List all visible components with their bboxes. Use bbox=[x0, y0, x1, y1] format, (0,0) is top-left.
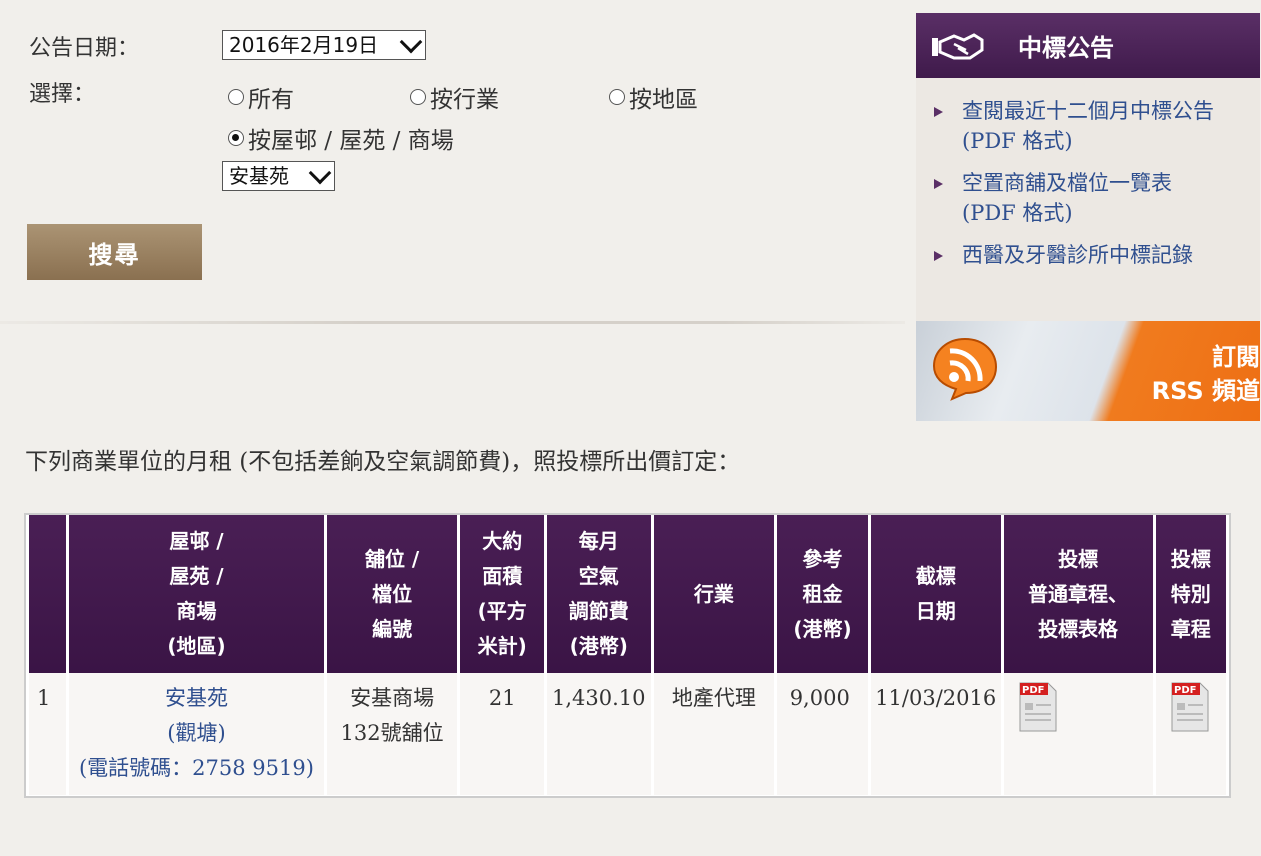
date-label: 公告日期： bbox=[29, 36, 140, 61]
table-row: 1 安基苑 (觀塘) (電話號碼：2758 9519) 安基商場 132號舖位 21 … bbox=[29, 673, 1226, 795]
col-trade: 行業 bbox=[653, 515, 775, 673]
cell-unit: 安基商場 132號舖位 bbox=[326, 673, 458, 795]
col-unit: 舖位 / 檔位 編號 bbox=[326, 515, 458, 673]
date-select-value: 2016年2月19日 bbox=[229, 33, 379, 57]
svg-text:PDF: PDF bbox=[1174, 685, 1196, 696]
cell-estate: 安基苑 (觀塘) (電話號碼：2758 9519) bbox=[69, 673, 324, 795]
table-header-row: 屋邨 / 屋苑 / 商場 (地區) 舖位 / 檔位 編號 大約 面積 (平方 米計) 每月 空氣調… bbox=[29, 515, 1226, 673]
cell-index: 1 bbox=[29, 673, 67, 795]
cell-area: 21 bbox=[460, 673, 544, 795]
panel-links: 查閱最近十二個月中標公告 (PDF 格式) 空置商舖及檔位一覽表 (PDF 格式) … bbox=[916, 78, 1260, 358]
cell-general-terms: PDF bbox=[1003, 673, 1153, 795]
estate-link[interactable]: 安基苑 (觀塘) (電話號碼：2758 9519) bbox=[79, 686, 314, 780]
estate-select[interactable]: 安基苑 bbox=[222, 161, 335, 191]
estate-select-value: 安基苑 bbox=[229, 164, 289, 188]
triangle-bullet-icon bbox=[934, 179, 943, 189]
radio-circle-checked[interactable] bbox=[228, 130, 244, 146]
radio-by-district[interactable]: 按地區 bbox=[609, 80, 698, 114]
radio-by-trade-label: 按行業 bbox=[430, 87, 499, 113]
pdf-file-icon[interactable]: PDF bbox=[1170, 681, 1210, 733]
date-select[interactable]: 2016年2月19日 bbox=[222, 30, 426, 60]
rss-icon bbox=[932, 337, 998, 401]
radio-circle[interactable] bbox=[609, 89, 625, 105]
choice-label: 選擇： bbox=[29, 82, 96, 107]
rss-text-channel: RSS 頻道 bbox=[1151, 377, 1260, 405]
col-special-terms: 投標 特別 章程 bbox=[1155, 515, 1226, 673]
col-ac-fee: 每月 空氣 調節費 (港幣) bbox=[546, 515, 651, 673]
triangle-bullet-icon bbox=[934, 251, 943, 261]
search-form: 公告日期： 2016年2月19日 選擇： 所有 按行業 按地區 按屋邨 / 屋苑… bbox=[0, 0, 905, 324]
radio-circle[interactable] bbox=[410, 89, 426, 105]
radio-by-trade[interactable]: 按行業 bbox=[410, 80, 499, 114]
col-index bbox=[29, 515, 67, 673]
radio-all[interactable]: 所有 bbox=[228, 80, 294, 114]
cell-special-terms: PDF bbox=[1155, 673, 1226, 795]
rss-text-subscribe: 訂閱 bbox=[1212, 343, 1260, 371]
col-closing-date: 截標 日期 bbox=[870, 515, 1001, 673]
radio-all-label: 所有 bbox=[248, 87, 294, 113]
pdf-file-icon[interactable]: PDF bbox=[1018, 681, 1058, 733]
panel-link-item[interactable]: 空置商舖及檔位一覽表 (PDF 格式) bbox=[916, 162, 1260, 234]
cell-trade: 地產代理 bbox=[653, 673, 775, 795]
cell-closing-date: 11/03/2016 bbox=[870, 673, 1001, 795]
col-general-terms: 投標 普通章程、 投標表格 bbox=[1003, 515, 1153, 673]
results-table: 屋邨 / 屋苑 / 商場 (地區) 舖位 / 檔位 編號 大約 面積 (平方 米計) 每月 空氣調… bbox=[24, 513, 1231, 798]
radio-circle[interactable] bbox=[228, 89, 244, 105]
award-notice-panel: 中標公告 查閱最近十二個月中標公告 (PDF 格式) 空置商舖及檔位一覽表 (PDF… bbox=[916, 13, 1260, 358]
radio-by-estate[interactable]: 按屋邨 / 屋苑 / 商場 bbox=[228, 121, 454, 155]
link-clinic-records[interactable]: 西醫及牙醫診所中標記錄 bbox=[962, 240, 1193, 270]
link-award-12-months[interactable]: 查閱最近十二個月中標公告 (PDF 格式) bbox=[962, 96, 1214, 156]
chevron-down-icon bbox=[399, 30, 423, 53]
panel-link-item[interactable]: 查閱最近十二個月中標公告 (PDF 格式) bbox=[916, 90, 1260, 162]
radio-by-district-label: 按地區 bbox=[629, 87, 698, 113]
triangle-bullet-icon bbox=[934, 107, 943, 117]
handshake-icon bbox=[932, 32, 984, 59]
panel-header: 中標公告 bbox=[916, 13, 1260, 78]
search-button[interactable]: 搜尋 bbox=[27, 224, 202, 280]
panel-link-item[interactable]: 西醫及牙醫診所中標記錄 bbox=[916, 234, 1260, 276]
svg-text:PDF: PDF bbox=[1022, 685, 1044, 696]
col-estate: 屋邨 / 屋苑 / 商場 (地區) bbox=[69, 515, 324, 673]
cell-rent: 9,000 bbox=[777, 673, 868, 795]
chevron-down-icon bbox=[308, 161, 332, 184]
link-vacant-shops[interactable]: 空置商舖及檔位一覽表 (PDF 格式) bbox=[962, 168, 1172, 228]
col-rent: 參考 租金 (港幣) bbox=[777, 515, 868, 673]
col-area: 大約 面積 (平方 米計) bbox=[460, 515, 544, 673]
rss-banner[interactable]: 訂閱 RSS 頻道 bbox=[916, 321, 1260, 421]
panel-title: 中標公告 bbox=[1018, 34, 1114, 62]
intro-text: 下列商業單位的月租 (不包括差餉及空氣調節費)，照投標所出價訂定： bbox=[25, 449, 741, 475]
cell-ac-fee: 1,430.10 bbox=[546, 673, 651, 795]
radio-by-estate-label: 按屋邨 / 屋苑 / 商場 bbox=[248, 128, 454, 154]
